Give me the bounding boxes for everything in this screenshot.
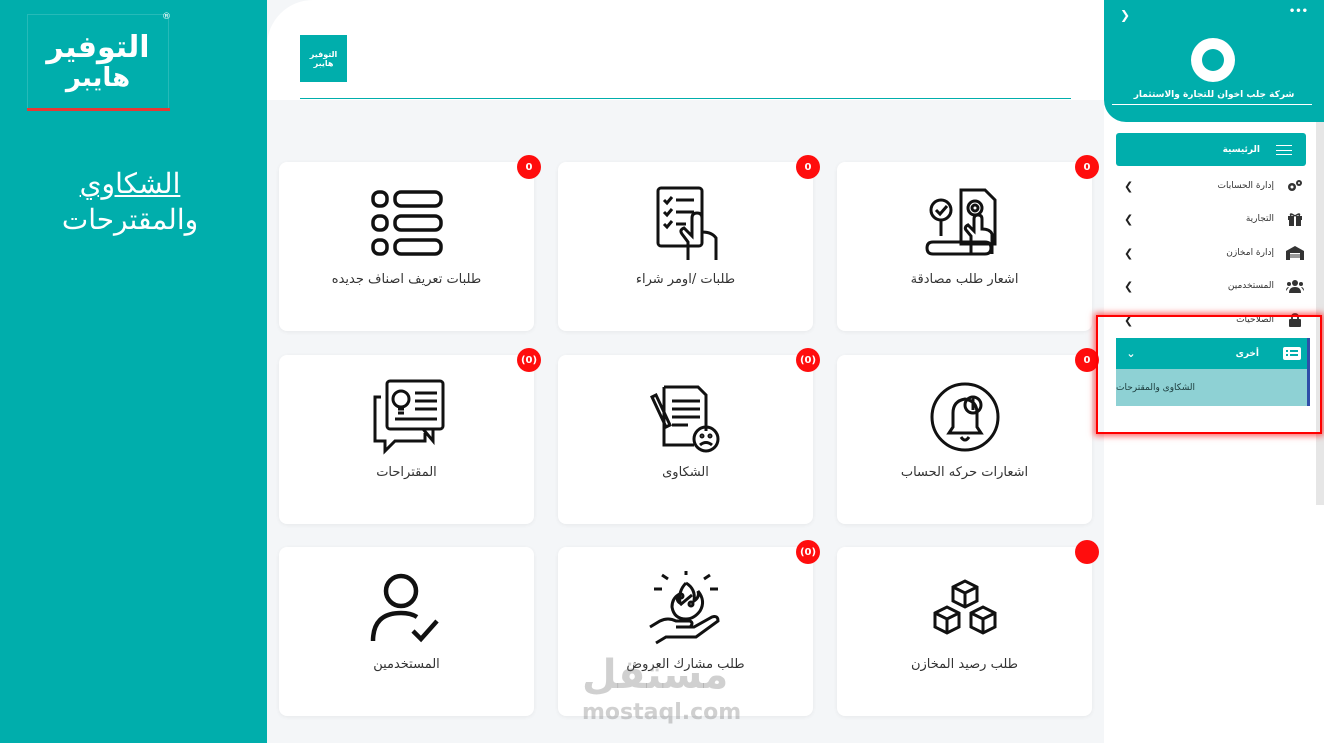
header-logo-line2: هايبر (313, 58, 334, 68)
card-label: اشعارات حركه الحساب (900, 465, 1029, 480)
card-label: الشكاوى (662, 465, 709, 480)
brand-underline (27, 108, 170, 111)
lock-icon (1286, 313, 1304, 327)
card-purchase-orders[interactable]: طلبات /اومر شراء (558, 162, 813, 331)
page-title: الشكاوي والمقترحات (40, 166, 220, 238)
sidebar-item-accounts[interactable]: ❮ إدارة الحسابات (1124, 174, 1304, 198)
card-label: طلب رصيد المخازن (910, 657, 1018, 672)
chevron-down-icon: ⌄ (1126, 347, 1136, 360)
list-icon (370, 190, 443, 256)
chevron-left-icon: ❮ (1124, 212, 1134, 226)
badge-count: 0 (796, 155, 820, 179)
registered-mark: ® (162, 12, 171, 22)
card-label: المقتراحات (376, 465, 437, 480)
badge-count: (0) (796, 348, 820, 372)
chevron-left-icon: ❮ (1124, 246, 1134, 260)
brand-logo: التوفير هايبر (27, 14, 169, 110)
more-dots-icon[interactable]: ••• (1289, 6, 1308, 17)
brand-panel: التوفير هايبر ® الشكاوي والمقترحات (0, 0, 264, 743)
chevron-left-icon: ❮ (1124, 179, 1134, 193)
watermark-url: mostaql.com (582, 700, 742, 725)
sidebar-subitem-complaints[interactable]: الشكاوى والمقترحات (1116, 369, 1310, 406)
chevron-left-icon: ❮ (1124, 313, 1134, 327)
menu-icon (1276, 144, 1292, 155)
card-suggestions[interactable]: المقتراحات (279, 355, 534, 524)
sidebar-item-users[interactable]: ❮ المستخدمين (1124, 274, 1304, 298)
sidebar-item-warehouses[interactable]: ❮ إدارة امخازن (1124, 241, 1304, 265)
card-label: المستخدمين (373, 657, 440, 672)
badge-count: 0 (517, 155, 541, 179)
sidebar-item-other[interactable]: ⌄ أخرى (1116, 338, 1310, 369)
header-logo-line1: التوفير (309, 49, 338, 59)
card-new-items-requests[interactable]: طلبات تعريف اصناف جديده (279, 162, 534, 331)
chevron-left-icon: ❮ (1124, 279, 1134, 293)
badge-count: (0) (517, 348, 541, 372)
card-users[interactable]: المستخدمين (279, 547, 534, 716)
checklist-touch-icon (656, 186, 717, 260)
card-label: اشعار طلب مصادقة (910, 272, 1019, 287)
page-title-line2: والمقترحات (61, 203, 199, 236)
offer-hand-icon (648, 571, 720, 645)
sidebar-item-permissions[interactable]: ❮ الصلاحيات (1124, 308, 1304, 332)
users-icon (1286, 279, 1304, 293)
sidebar-item-label: المستخدمين (1227, 281, 1274, 291)
sidebar-header: ❯ ••• شركة جلب اخوان للتجارة والاستثمار (1104, 0, 1324, 122)
card-warehouse-balance[interactable]: طلب رصيد المخازن (837, 547, 1092, 716)
page-title-line1: الشكاوي (79, 167, 181, 200)
header-divider (300, 98, 1071, 99)
bell-notification-icon (930, 382, 999, 452)
card-account-notifications[interactable]: اشعارات حركه الحساب (837, 355, 1092, 524)
document-approval-icon (924, 188, 996, 256)
sidebar: ❯ ••• شركة جلب اخوان للتجارة والاستثمار … (1096, 0, 1324, 743)
watermark-logo: مستقل (582, 652, 729, 698)
sidebar-item-label: الرئيسية (1222, 144, 1260, 155)
company-divider (1112, 104, 1312, 105)
suggestion-bubble-icon (373, 379, 444, 455)
sidebar-item-label: إدارة امخازن (1226, 248, 1274, 258)
sidebar-item-label: الصلاحيات (1236, 315, 1274, 325)
sidebar-item-home[interactable]: الرئيسية (1116, 133, 1306, 166)
company-name: شركة جلب اخوان للتجارة والاستثمار (1133, 90, 1295, 100)
complaint-document-icon (649, 385, 719, 453)
sidebar-item-label: أخرى (1235, 348, 1259, 359)
gears-icon (1286, 179, 1304, 193)
user-check-icon (370, 573, 439, 643)
list-card-icon (1277, 347, 1307, 360)
top-bar: التوفير هايبر (267, 0, 1105, 100)
card-label: طلبات /اومر شراء (635, 272, 736, 287)
badge-count (1075, 540, 1099, 564)
sidebar-item-commercial[interactable]: ❮ التجارية (1124, 207, 1304, 231)
card-approval-notice[interactable]: اشعار طلب مصادقة (837, 162, 1092, 331)
badge-count: 0 (1075, 348, 1099, 372)
badge-count: (0) (796, 540, 820, 564)
sidebar-item-label: التجارية (1245, 214, 1274, 224)
card-complaints[interactable]: الشكاوى (558, 355, 813, 524)
warehouse-icon (1286, 246, 1304, 260)
boxes-icon (933, 579, 996, 635)
collapse-chevron-icon[interactable]: ❯ (1120, 8, 1130, 22)
sidebar-item-label: إدارة الحسابات (1217, 181, 1274, 191)
badge-count: 0 (1075, 155, 1099, 179)
company-avatar (1191, 38, 1235, 82)
header-logo[interactable]: التوفير هايبر (300, 35, 347, 82)
card-label: طلبات تعريف اصناف جديده (331, 272, 482, 287)
gift-icon (1286, 212, 1304, 226)
brand-logo-line1: التوفير (46, 30, 150, 65)
brand-logo-line2: هايبر (65, 63, 131, 93)
